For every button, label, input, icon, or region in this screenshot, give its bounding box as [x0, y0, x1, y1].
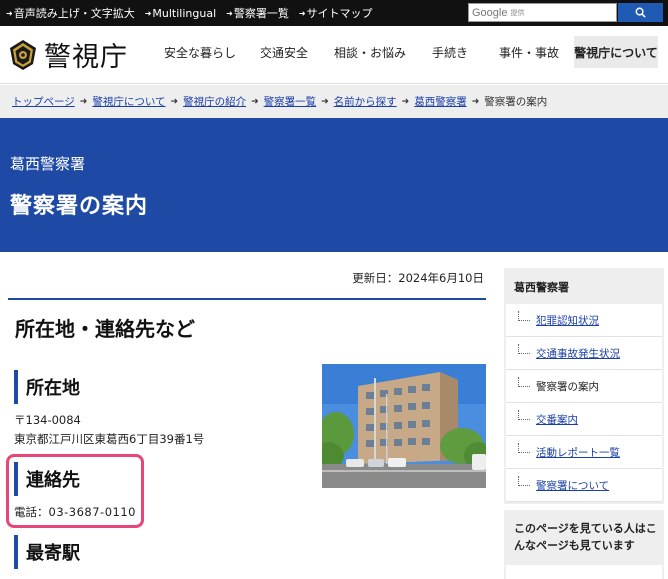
side-item-koban-guide[interactable]: 交番案内 [506, 403, 662, 436]
search-input[interactable]: Google 提供 [468, 3, 617, 22]
nav-incidents[interactable]: 事件・事故 [484, 36, 574, 68]
tree-branch-icon [518, 443, 530, 453]
related-pages-title: このページを見ている人はこんなページも見ています [514, 522, 657, 552]
crumb-separator-icon: ➜ [471, 96, 480, 107]
location-heading: 所在地 [14, 370, 80, 404]
side-item-label[interactable]: 警察署について [536, 478, 609, 493]
site-header: 警視庁 安全な暮らし 交通安全 相談・お悩み 手続き 事件・事故 警視庁について [0, 26, 668, 84]
related-pages: このページを見ている人はこんなページも見ています [504, 510, 664, 579]
search-brand: Google [472, 6, 508, 19]
nav-safe-living[interactable]: 安全な暮らし [156, 36, 244, 68]
side-item-activity-reports[interactable]: 活動レポート一覧 [506, 436, 662, 469]
nav-consultation[interactable]: 相談・お悩み [324, 36, 416, 68]
updated-date: 更新日：2024年6月10日 [352, 271, 484, 285]
multilingual-link[interactable]: ➜ Multilingual [145, 7, 216, 20]
station-list-link[interactable]: ➜ 警察署一覧 [226, 5, 289, 21]
crumb-intro[interactable]: 警視庁の紹介 [183, 94, 246, 109]
station-photo [322, 364, 486, 488]
search-icon [635, 7, 646, 18]
crumb-kasai[interactable]: 葛西警察署 [414, 94, 467, 109]
crumb-separator-icon: ➜ [401, 96, 410, 107]
side-item-label[interactable]: 交通事故発生状況 [536, 346, 620, 361]
utility-bar: ➜ 音声読み上げ・文字拡大 ➜ Multilingual ➜ 警察署一覧 ➜ サイトマッ… [0, 0, 668, 26]
side-nav: 葛西警察署 犯罪認知状況 交通事故発生状況 警察署の案内 交番案内 活動レポート… [504, 268, 664, 504]
side-item-about-station[interactable]: 警察署について [506, 469, 662, 502]
section-heading: 所在地・連絡先など [15, 317, 195, 341]
crumb-separator-icon: ➜ [170, 96, 179, 107]
side-nav-list: 犯罪認知状況 交通事故発生状況 警察署の案内 交番案内 活動レポート一覧 警察署… [506, 304, 662, 502]
crumb-current: 警察署の案内 [484, 96, 548, 108]
banner-subtitle: 葛西警察署 [10, 155, 86, 173]
logo-text: 警視庁 [44, 42, 128, 73]
postal-code: 〒134-0084 [14, 413, 81, 427]
side-item-station-guide: 警察署の案内 [506, 370, 662, 403]
title-banner: 葛西警察署 警察署の案内 [0, 118, 668, 252]
police-emblem-icon [10, 39, 36, 70]
tree-branch-icon [518, 344, 530, 354]
tree-branch-icon [518, 377, 530, 387]
nav-traffic-safety[interactable]: 交通安全 [244, 36, 324, 68]
crumb-separator-icon: ➜ [79, 96, 88, 107]
search-provided: 提供 [510, 8, 525, 17]
side-nav-title: 葛西警察署 [514, 281, 569, 294]
arrow-icon: ➜ [6, 8, 13, 18]
nav-about-mpd[interactable]: 警視庁について [574, 36, 658, 68]
sitemap-label: サイトマップ [306, 7, 373, 20]
crumb-search-by-name[interactable]: 名前から探す [334, 94, 397, 109]
crumb-separator-icon: ➜ [321, 96, 329, 107]
arrow-icon: ➜ [298, 8, 306, 18]
global-nav: 安全な暮らし 交通安全 相談・お悩み 手続き 事件・事故 警視庁について [156, 36, 658, 68]
highlight-box [6, 454, 144, 528]
tree-branch-icon [518, 311, 530, 321]
side-item-label[interactable]: 犯罪認知状況 [536, 313, 599, 328]
station-list-label: 警察署一覧 [233, 7, 289, 20]
related-pages-list [506, 565, 662, 579]
arrow-icon: ➜ [226, 8, 233, 18]
site-logo[interactable]: 警視庁 [8, 35, 128, 74]
tree-branch-icon [518, 410, 530, 420]
side-item-label[interactable]: 交番案内 [536, 412, 578, 427]
crumb-separator-icon: ➜ [251, 96, 259, 107]
sitemap-link[interactable]: ➜ サイトマップ [299, 5, 373, 21]
nearest-station-heading: 最寄駅 [14, 535, 80, 569]
page-title: 警察署の案内 [10, 194, 149, 219]
multilingual-label: Multilingual [152, 6, 217, 20]
street-address: 東京都江戸川区東葛西6丁目39番1号 [14, 432, 205, 446]
utility-links: ➜ 音声読み上げ・文字拡大 ➜ Multilingual ➜ 警察署一覧 ➜ サイトマッ… [6, 0, 373, 26]
search-button[interactable] [618, 3, 663, 22]
nav-procedures[interactable]: 手続き [416, 36, 484, 68]
side-item-label: 警察署の案内 [536, 380, 599, 393]
side-item-crime-stats[interactable]: 犯罪認知状況 [506, 304, 662, 337]
side-item-traffic-accidents[interactable]: 交通事故発生状況 [506, 337, 662, 370]
arrow-icon: ➜ [144, 8, 152, 18]
tree-branch-icon [518, 476, 530, 486]
speech-zoom-label: 音声読み上げ・文字拡大 [13, 7, 135, 20]
crumb-station-list[interactable]: 警察署一覧 [264, 94, 317, 109]
heading-rule [8, 298, 486, 300]
side-item-label[interactable]: 活動レポート一覧 [536, 445, 620, 460]
breadcrumb: トップページ ➜ 警視庁について ➜ 警視庁の紹介 ➜ 警察署一覧 ➜ 名前から探す ➜ … [0, 85, 668, 118]
crumb-about[interactable]: 警視庁について [92, 94, 165, 109]
speech-zoom-link[interactable]: ➜ 音声読み上げ・文字拡大 [6, 5, 135, 21]
crumb-top[interactable]: トップページ [12, 94, 75, 109]
